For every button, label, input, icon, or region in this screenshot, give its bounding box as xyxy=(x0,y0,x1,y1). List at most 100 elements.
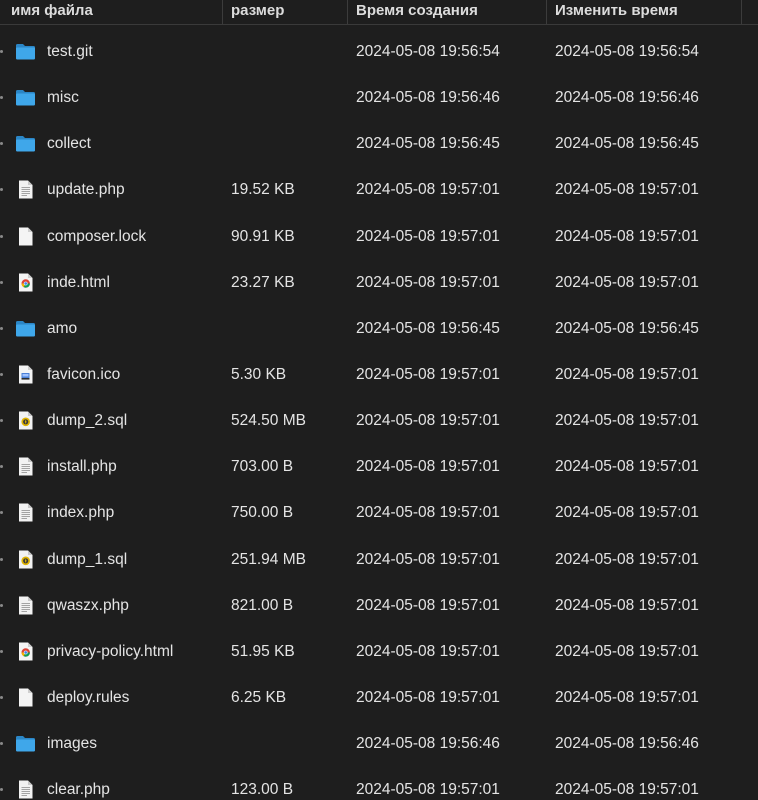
file-name: collect xyxy=(47,135,91,153)
file-modified-time: 2024-05-08 19:56:46 xyxy=(555,735,699,753)
file-name: qwaszx.php xyxy=(47,596,129,614)
file-modified-time: 2024-05-08 19:57:01 xyxy=(555,781,699,799)
folder-icon xyxy=(15,133,36,154)
file-modified-time: 2024-05-08 19:57:01 xyxy=(555,365,699,383)
blank-file-icon xyxy=(15,687,36,708)
file-name: favicon.ico xyxy=(47,365,121,383)
file-created-time: 2024-05-08 19:57:01 xyxy=(356,365,500,383)
folder-icon xyxy=(15,733,36,754)
file-size: 750.00 B xyxy=(231,504,294,522)
image-file-icon xyxy=(15,364,36,385)
row-marker xyxy=(0,649,3,653)
file-created-time: 2024-05-08 19:57:01 xyxy=(356,458,500,476)
file-created-time: 2024-05-08 19:56:54 xyxy=(356,43,500,60)
file-created-time: 2024-05-08 19:57:01 xyxy=(356,227,500,245)
file-name: dump_1.sql xyxy=(47,550,128,568)
file-created-time: 2024-05-08 19:57:01 xyxy=(356,273,500,291)
folder-icon xyxy=(15,41,36,62)
text-file-icon xyxy=(15,179,36,200)
row-marker xyxy=(0,372,3,376)
sql-file-icon xyxy=(15,549,36,570)
file-name: dump_2.sql xyxy=(47,412,128,430)
file-modified-time: 2024-05-08 19:57:01 xyxy=(555,504,699,522)
file-created-time: 2024-05-08 19:57:01 xyxy=(356,642,500,660)
file-size: 23.27 KB xyxy=(231,273,295,291)
column-divider[interactable] xyxy=(741,0,742,24)
column-divider[interactable] xyxy=(347,0,348,24)
file-modified-time: 2024-05-08 19:56:54 xyxy=(555,43,699,60)
chrome-html-file-icon xyxy=(15,641,36,662)
file-row[interactable]: favicon.ico 5.30 KB 2024-05-08 19:57:01 202… xyxy=(0,352,758,398)
column-divider[interactable] xyxy=(222,0,223,24)
file-modified-time: 2024-05-08 19:56:45 xyxy=(555,319,699,337)
file-modified-time: 2024-05-08 19:57:01 xyxy=(555,412,699,430)
file-created-time: 2024-05-08 19:57:01 xyxy=(356,596,500,614)
sql-file-icon xyxy=(15,410,36,431)
column-header-modified[interactable]: Изменить время xyxy=(555,0,678,24)
file-size: 251.94 MB xyxy=(231,550,306,568)
file-name: index.php xyxy=(47,504,115,522)
row-marker xyxy=(0,742,3,746)
row-marker xyxy=(0,188,3,192)
file-size: 524.50 MB xyxy=(231,412,306,430)
file-list: test.git 2024-05-08 19:56:54 2024-05-08 19… xyxy=(0,29,758,800)
file-name: update.php xyxy=(47,181,125,199)
file-browser: имя файла размер Время создания Изменить… xyxy=(0,0,758,800)
file-modified-time: 2024-05-08 19:56:46 xyxy=(555,89,699,107)
file-row[interactable]: test.git 2024-05-08 19:56:54 2024-05-08 19… xyxy=(0,29,758,75)
file-size: 19.52 KB xyxy=(231,181,295,199)
file-name: test.git xyxy=(47,43,93,60)
file-row[interactable]: install.php 703.00 B 2024-05-08 19:57:01 20… xyxy=(0,444,758,490)
folder-icon xyxy=(15,318,36,339)
row-marker xyxy=(0,50,3,53)
file-name: install.php xyxy=(47,458,117,476)
file-created-time: 2024-05-08 19:56:46 xyxy=(356,735,500,753)
chrome-html-file-icon xyxy=(15,272,36,293)
file-row[interactable]: privacy-policy.html 51.95 KB 2024-05-08 19… xyxy=(0,629,758,675)
file-row[interactable]: update.php 19.52 KB 2024-05-08 19:57:01 202… xyxy=(0,167,758,213)
file-row[interactable]: dump_2.sql 524.50 MB 2024-05-08 19:57:01 20… xyxy=(0,398,758,444)
file-row[interactable]: clear.php 123.00 B 2024-05-08 19:57:01 2024… xyxy=(0,767,758,800)
column-header-name[interactable]: имя файла xyxy=(11,0,93,24)
row-marker xyxy=(0,788,3,792)
file-created-time: 2024-05-08 19:57:01 xyxy=(356,688,500,706)
row-marker xyxy=(0,142,3,146)
row-marker xyxy=(0,695,3,699)
column-divider[interactable] xyxy=(546,0,547,24)
row-marker xyxy=(0,511,3,515)
file-row[interactable]: inde.html 23.27 KB 2024-05-08 19:57:01 2024… xyxy=(0,260,758,306)
file-row[interactable]: qwaszx.php 821.00 B 2024-05-08 19:57:01 202… xyxy=(0,583,758,629)
blank-file-icon xyxy=(15,226,36,247)
row-marker xyxy=(0,465,3,469)
file-modified-time: 2024-05-08 19:57:01 xyxy=(555,550,699,568)
file-size: 6.25 KB xyxy=(231,688,287,706)
file-created-time: 2024-05-08 19:57:01 xyxy=(356,550,500,568)
row-marker xyxy=(0,603,3,607)
file-row[interactable]: collect 2024-05-08 19:56:45 2024-05-08 19:… xyxy=(0,121,758,167)
row-marker xyxy=(0,419,3,423)
file-created-time: 2024-05-08 19:56:45 xyxy=(356,135,500,153)
row-marker xyxy=(0,326,3,330)
file-size: 5.30 KB xyxy=(231,365,287,383)
folder-icon xyxy=(15,87,36,108)
file-row[interactable]: deploy.rules 6.25 KB 2024-05-08 19:57:01 20… xyxy=(0,675,758,721)
file-modified-time: 2024-05-08 19:56:45 xyxy=(555,135,699,153)
column-header-size[interactable]: размер xyxy=(231,0,284,24)
file-row[interactable]: images 2024-05-08 19:56:46 2024-05-08 19:5… xyxy=(0,721,758,767)
file-modified-time: 2024-05-08 19:57:01 xyxy=(555,596,699,614)
file-row[interactable]: index.php 750.00 B 2024-05-08 19:57:01 2024… xyxy=(0,490,758,536)
file-name: clear.php xyxy=(47,781,110,799)
file-modified-time: 2024-05-08 19:57:01 xyxy=(555,688,699,706)
file-created-time: 2024-05-08 19:56:45 xyxy=(356,319,500,337)
file-name: inde.html xyxy=(47,273,110,291)
file-row[interactable]: misc 2024-05-08 19:56:46 2024-05-08 19:56:… xyxy=(0,75,758,121)
file-size: 821.00 B xyxy=(231,596,294,614)
file-name: deploy.rules xyxy=(47,688,130,706)
file-row[interactable]: amo 2024-05-08 19:56:45 2024-05-08 19:56:4… xyxy=(0,306,758,352)
file-row[interactable]: dump_1.sql 251.94 MB 2024-05-08 19:57:01 20… xyxy=(0,537,758,583)
text-file-icon xyxy=(15,779,36,800)
column-header-created[interactable]: Время создания xyxy=(356,0,478,24)
file-name: images xyxy=(47,735,97,753)
file-row[interactable]: composer.lock 90.91 KB 2024-05-08 19:57:01… xyxy=(0,214,758,260)
row-marker xyxy=(0,234,3,238)
